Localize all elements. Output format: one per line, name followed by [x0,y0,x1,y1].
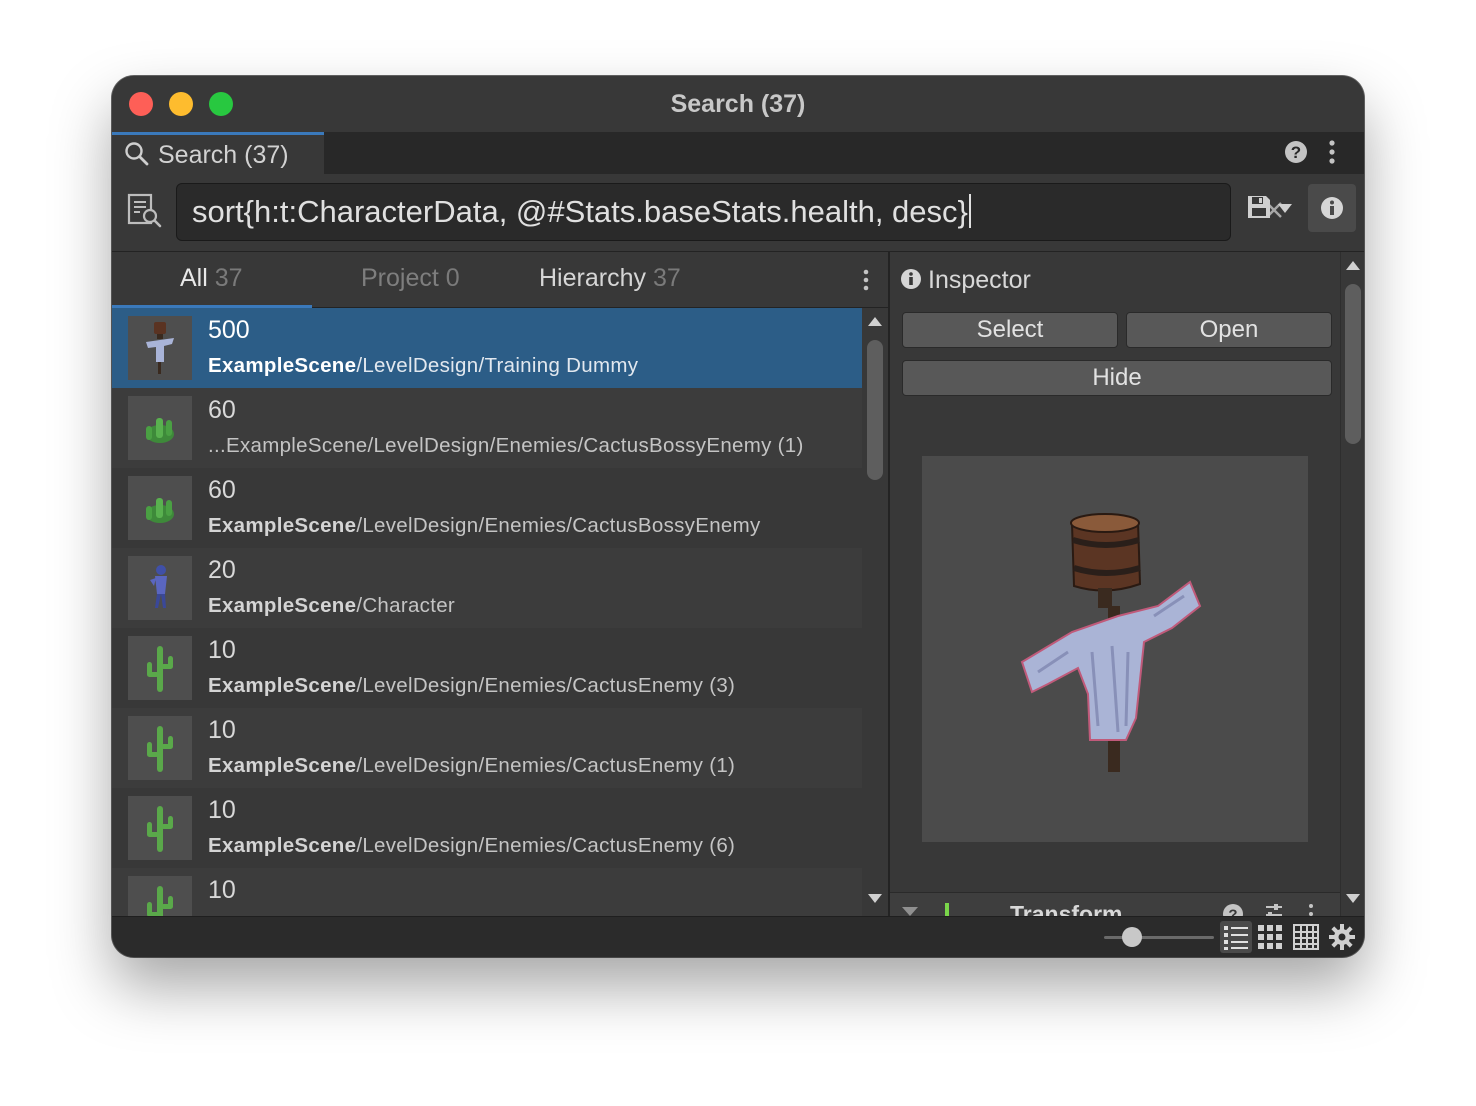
filter-tab-hierarchy[interactable]: Hierarchy 37 [539,264,681,293]
list-item[interactable]: 10 ExampleScene/LevelDesign/Enemies/Cact… [112,788,862,868]
svg-text:?: ? [1291,143,1301,162]
info-icon [1321,197,1343,219]
results-scrollbar[interactable] [862,308,888,916]
list-item[interactable]: 20 ExampleScene/Character [112,548,862,628]
results-panel: All 37 Project 0 Hierarchy 37 500 Exampl… [112,252,888,916]
tab-row: Search (37) ? [112,132,1364,174]
result-value: 20 [208,556,236,584]
tab-search-label: Search (37) [158,141,289,169]
presets-icon[interactable] [1262,903,1286,916]
filter-tab-all[interactable]: All 37 [180,264,243,293]
list-item[interactable]: 10 [112,868,862,916]
result-value: 500 [208,316,250,344]
cactus-icon [128,636,192,700]
list-item[interactable]: 500 ExampleScene/LevelDesign/Training Du… [112,308,862,388]
search-window: Search (37) Search (37) ? sort{h:t:Chara… [112,76,1364,957]
list-item[interactable]: 60 ...ExampleScene/LevelDesign/Enemies/C… [112,388,862,468]
save-search-icon[interactable] [1246,194,1272,220]
scroll-down-icon[interactable] [868,894,882,904]
result-path: ExampleScene/Character [208,594,456,617]
filter-tabs: All 37 Project 0 Hierarchy 37 [112,252,888,308]
search-icon [125,142,149,166]
hide-button[interactable]: Hide [902,360,1332,396]
list-item[interactable]: 10 ExampleScene/LevelDesign/Enemies/Cact… [112,628,862,708]
scrollbar-thumb[interactable] [867,340,883,480]
title-bar: Search (37) [112,76,1364,132]
slider-handle[interactable] [1122,927,1142,947]
result-path: ExampleScene/LevelDesign/Enemies/CactusE… [208,754,736,777]
result-path: ...ExampleScene/LevelDesign/Enemies/Cact… [208,434,804,457]
cactus-icon [128,796,192,860]
result-path: ExampleScene/LevelDesign/Training Dummy [208,354,639,377]
character-icon [128,556,192,620]
open-button[interactable]: Open [1126,312,1332,348]
inspector-scrollbar[interactable] [1340,252,1364,916]
help-icon[interactable]: ? [1222,903,1244,916]
scroll-down-icon[interactable] [1346,894,1360,904]
cactus-bossy-icon [128,476,192,540]
result-path: ExampleScene/LevelDesign/Enemies/CactusB… [208,514,761,537]
cactus-icon [128,876,192,916]
list-view-button[interactable] [1220,921,1252,953]
list-item[interactable]: 10 ExampleScene/LevelDesign/Enemies/Cact… [112,708,862,788]
grid-view-icon[interactable] [1256,923,1284,951]
list-item[interactable]: 60 ExampleScene/LevelDesign/Enemies/Cact… [112,468,862,548]
item-size-slider[interactable] [1104,936,1214,939]
more-options-icon[interactable] [1324,138,1340,166]
component-title: Transform [1010,901,1123,916]
cactus-bossy-icon [128,396,192,460]
result-value: 10 [208,876,236,904]
list-view-icon [1224,926,1248,950]
select-button[interactable]: Select [902,312,1118,348]
transform-icon [945,903,949,916]
result-value: 60 [208,476,236,504]
saved-searches-icon[interactable] [126,192,164,230]
more-options-icon[interactable] [1306,903,1316,916]
filter-options-icon[interactable] [860,268,872,292]
results-list: 500 ExampleScene/LevelDesign/Training Du… [112,308,862,916]
scarecrow-preview-image [1020,513,1202,772]
asset-preview [922,456,1308,842]
result-value: 60 [208,396,236,424]
result-path: ExampleScene/LevelDesign/Enemies/CactusE… [208,834,736,857]
scrollbar-thumb[interactable] [1345,284,1361,444]
inspector-panel: Inspector Select Open Hide Transform ? [890,252,1364,916]
inspector-title: Inspector [928,266,1031,294]
search-bar: sort{h:t:CharacterData, @#Stats.baseStat… [112,174,1364,252]
chevron-down-icon[interactable] [902,907,918,916]
inspector-toggle-button[interactable] [1308,184,1356,232]
scroll-up-icon[interactable] [1346,260,1360,270]
result-value: 10 [208,796,236,824]
search-input[interactable]: sort{h:t:CharacterData, @#Stats.baseStat… [176,183,1282,241]
info-icon [901,269,921,289]
cactus-icon [128,716,192,780]
transform-component-header[interactable]: Transform ? [890,892,1340,916]
svg-text:?: ? [1228,907,1237,917]
search-query[interactable]: sort{h:t:CharacterData, @#Stats.baseStat… [192,194,971,230]
help-icon[interactable]: ? [1284,140,1308,164]
scarecrow-icon [128,316,192,380]
gear-icon[interactable] [1328,923,1356,951]
window-title: Search (37) [670,90,806,118]
status-bar [112,916,1364,957]
scroll-up-icon[interactable] [868,316,882,326]
tab-search[interactable]: Search (37) [112,132,324,174]
chevron-down-icon[interactable] [1278,204,1292,214]
table-view-icon[interactable] [1292,923,1320,951]
result-path: ExampleScene/LevelDesign/Enemies/CactusE… [208,674,736,697]
result-value: 10 [208,636,236,664]
result-value: 10 [208,716,236,744]
filter-tab-project[interactable]: Project 0 [361,264,460,293]
